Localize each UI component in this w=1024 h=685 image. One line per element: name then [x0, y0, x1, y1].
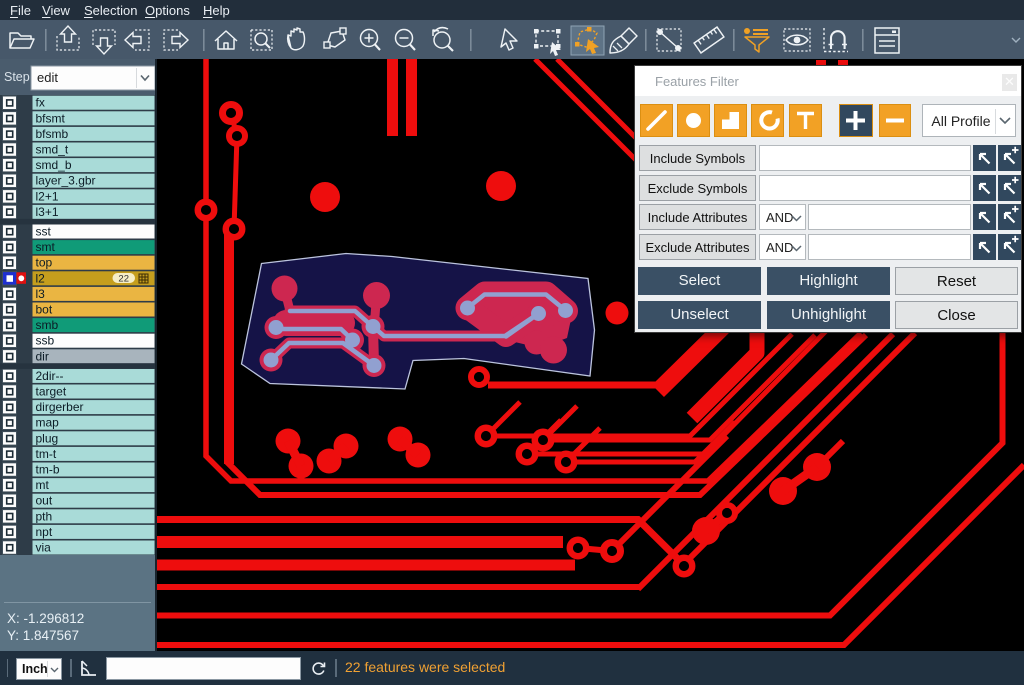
svg-text:l3: l3 — [36, 287, 46, 301]
svg-text:bfsmb: bfsmb — [36, 127, 69, 141]
svg-text:l3+1: l3+1 — [36, 205, 59, 219]
svg-text:smt: smt — [36, 240, 56, 254]
svg-text:via: via — [36, 541, 52, 555]
svg-text:target: target — [36, 385, 67, 399]
svg-text:layer_3.gbr: layer_3.gbr — [36, 174, 96, 188]
svg-text:l2: l2 — [36, 271, 46, 285]
svg-text:out: out — [36, 494, 53, 508]
svg-text:bot: bot — [36, 303, 53, 317]
svg-text:top: top — [36, 256, 53, 270]
svg-text:Step: Step — [4, 70, 30, 84]
svg-text:mt: mt — [36, 478, 50, 492]
svg-text:npt: npt — [36, 525, 53, 539]
svg-text:X: -1.296812: X: -1.296812 — [7, 611, 84, 626]
svg-text:plug: plug — [36, 431, 59, 445]
svg-text:tm-t: tm-t — [36, 447, 57, 461]
svg-text:l2+1: l2+1 — [36, 189, 59, 203]
svg-text:sst: sst — [36, 225, 52, 239]
svg-text:smd_b: smd_b — [36, 158, 72, 172]
svg-text:ssb: ssb — [36, 334, 55, 348]
svg-text:bfsmt: bfsmt — [36, 111, 66, 125]
svg-text:map: map — [36, 416, 60, 430]
svg-text:22: 22 — [118, 273, 129, 284]
svg-text:fx: fx — [36, 96, 45, 110]
svg-text:smb: smb — [36, 318, 59, 332]
svg-text:dirgerber: dirgerber — [36, 400, 84, 414]
svg-text:Y: 1.847567: Y: 1.847567 — [7, 628, 79, 643]
svg-text:smd_t: smd_t — [36, 143, 69, 157]
svg-text:pth: pth — [36, 509, 53, 523]
svg-text:2dir--: 2dir-- — [36, 369, 64, 383]
svg-text:tm-b: tm-b — [36, 463, 60, 477]
svg-text:dir: dir — [36, 349, 49, 363]
svg-text:edit: edit — [37, 70, 58, 85]
